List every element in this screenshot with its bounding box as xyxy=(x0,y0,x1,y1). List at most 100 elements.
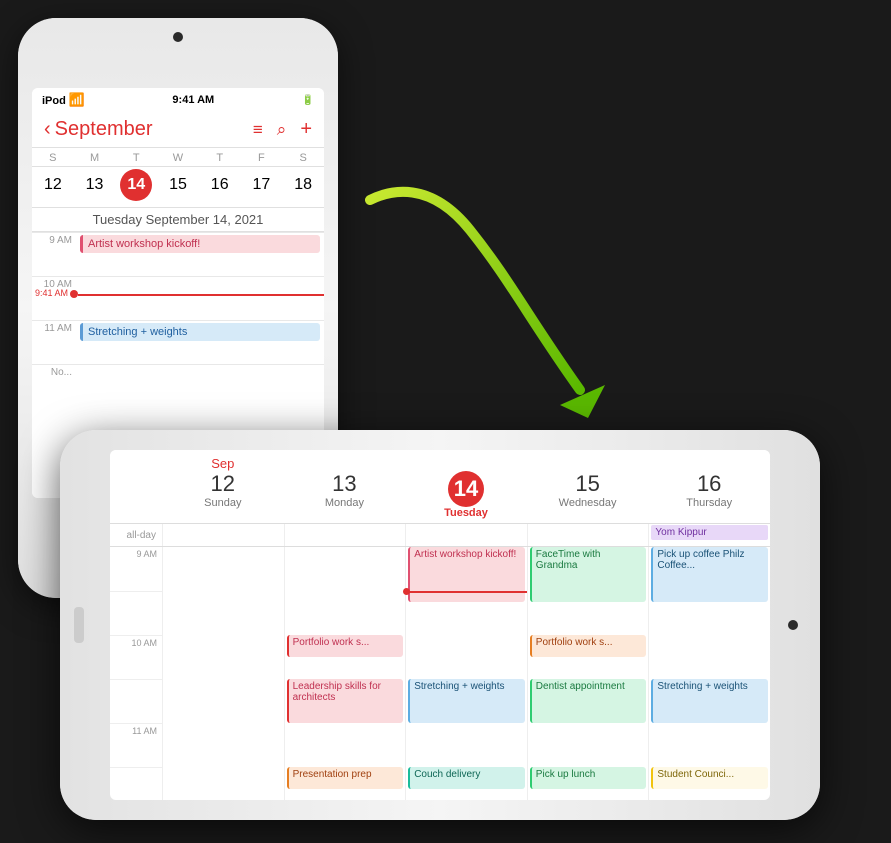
time-row-noon: No... xyxy=(32,364,324,408)
header-col-13[interactable]: - 13 Monday xyxy=(284,456,406,519)
tl-9am: 9 AM xyxy=(110,547,162,591)
event-stretching[interactable]: Stretching + weights xyxy=(80,323,320,341)
day-w: W xyxy=(157,152,199,164)
data-col-thursday: Pick up coffee Philz Coffee... Stretchin… xyxy=(648,547,770,800)
data-col-tuesday: Artist workshop kickoff! Stretching + we… xyxy=(405,547,527,800)
calendar-header: ‹ September ≡ ⌕ + xyxy=(32,112,324,148)
current-time-line xyxy=(78,294,324,296)
date-15[interactable]: 15 xyxy=(162,169,194,201)
header-col-empty xyxy=(110,456,162,519)
event-portfolio-wed[interactable]: Portfolio work s... xyxy=(530,635,647,657)
camera-right xyxy=(788,620,798,630)
day-f: F xyxy=(241,152,283,164)
day-t2: T xyxy=(199,152,241,164)
date-16[interactable]: 16 xyxy=(204,169,236,201)
time-row-11am: 11 AM Stretching + weights xyxy=(32,320,324,364)
day-s1: S xyxy=(32,152,74,164)
date-12[interactable]: 12 xyxy=(37,169,69,201)
day-m: M xyxy=(74,152,116,164)
chevron-left-icon[interactable]: ‹ xyxy=(44,118,51,141)
header-col-15[interactable]: - 15 Wednesday xyxy=(527,456,649,519)
battery-icon: 🔋 xyxy=(302,95,314,106)
time-label-9am: 9 AM xyxy=(32,233,78,246)
event-presentation-prep[interactable]: Presentation prep xyxy=(287,767,404,789)
event-stretching-tue[interactable]: Stretching + weights xyxy=(408,679,525,723)
date-18[interactable]: 18 xyxy=(287,169,319,201)
col-date-12: 12 xyxy=(162,471,284,497)
col-day-monday: Monday xyxy=(284,497,406,509)
week-header-horizontal: Sep 12 Sunday - 13 Monday - 14 Tuesday xyxy=(110,450,770,524)
col-day-wednesday: Wednesday xyxy=(527,497,649,509)
time-grid-horizontal: 9 AM 10 AM 11 AM Noon 1 PM Port xyxy=(110,547,770,800)
event-facetime[interactable]: FaceTime with Grandma xyxy=(530,547,647,602)
col-date-15: 15 xyxy=(527,471,649,497)
event-student-council[interactable]: Student Counci... xyxy=(651,767,768,789)
date-17[interactable]: 17 xyxy=(245,169,277,201)
status-bar: iPod 📶 9:41 AM 🔋 xyxy=(32,88,324,112)
tl-11am: 11 AM xyxy=(110,723,162,767)
allday-cell-2 xyxy=(284,524,406,546)
allday-row: all-day Yom Kippur xyxy=(110,524,770,547)
col-day-thursday: Thursday xyxy=(648,497,770,509)
time-row-9am: 9 AM Artist workshop kickoff! xyxy=(32,232,324,276)
list-icon[interactable]: ≡ xyxy=(253,120,263,140)
event-artist-workshop-h[interactable]: Artist workshop kickoff! xyxy=(408,547,525,602)
header-col-14[interactable]: - 14 Tuesday xyxy=(405,456,527,519)
selected-date-label: Tuesday September 14, 2021 xyxy=(32,208,324,232)
time-content-9am: Artist workshop kickoff! xyxy=(78,233,324,255)
event-leadership[interactable]: Leadership skills for architects xyxy=(287,679,404,723)
tl-empty3 xyxy=(110,767,162,800)
add-icon[interactable]: + xyxy=(300,118,312,141)
allday-label: all-day xyxy=(110,530,162,541)
status-time: 9:41 AM xyxy=(172,94,214,106)
allday-cell-3 xyxy=(405,524,527,546)
side-button[interactable] xyxy=(74,607,84,643)
event-dentist[interactable]: Dentist appointment xyxy=(530,679,647,723)
tl-empty2 xyxy=(110,679,162,723)
tl-10am: 10 AM xyxy=(110,635,162,679)
arrow-graphic xyxy=(350,170,650,450)
col-date-13: 13 xyxy=(284,471,406,497)
event-artist-workshop[interactable]: Artist workshop kickoff! xyxy=(80,235,320,253)
header-col-sep12[interactable]: Sep 12 Sunday xyxy=(162,456,284,519)
carrier-label: iPod 📶 xyxy=(42,92,85,108)
col-date-14-today: 14 xyxy=(448,471,484,507)
event-couch-delivery[interactable]: Couch delivery xyxy=(408,767,525,789)
time-row-10am: 10 AM xyxy=(32,276,324,320)
time-content-11am: Stretching + weights xyxy=(78,321,324,343)
col-month-sep: Sep xyxy=(162,456,284,471)
event-portfolio-mon[interactable]: Portfolio work s... xyxy=(287,635,404,657)
day-s2: S xyxy=(282,152,324,164)
date-13[interactable]: 13 xyxy=(79,169,111,201)
date-14-today[interactable]: 14 xyxy=(120,169,152,201)
search-icon[interactable]: ⌕ xyxy=(277,120,287,140)
tl-empty1 xyxy=(110,591,162,635)
allday-cell-1 xyxy=(162,524,284,546)
allday-cell-4 xyxy=(527,524,649,546)
month-navigation[interactable]: ‹ September xyxy=(44,118,153,141)
data-col-wednesday: FaceTime with Grandma Portfolio work s..… xyxy=(527,547,649,800)
event-stretching-thu[interactable]: Stretching + weights xyxy=(651,679,768,723)
col-date-16: 16 xyxy=(648,471,770,497)
toolbar-icons: ≡ ⌕ + xyxy=(253,118,312,141)
camera xyxy=(173,32,183,42)
data-col-monday: Portfolio work s... Leadership skills fo… xyxy=(284,547,406,800)
weekday-labels: S M T W T F S xyxy=(32,148,324,167)
current-time-label: 9:41 AM xyxy=(32,288,68,298)
horizontal-ipod: Sep 12 Sunday - 13 Monday - 14 Tuesday xyxy=(60,430,820,820)
month-title: September xyxy=(55,118,153,141)
time-labels-column: 9 AM 10 AM 11 AM Noon 1 PM xyxy=(110,547,162,800)
time-label-noon: No... xyxy=(32,365,78,378)
col-day-sunday: Sunday xyxy=(162,497,284,509)
data-col-sunday xyxy=(162,547,284,800)
horizontal-screen: Sep 12 Sunday - 13 Monday - 14 Tuesday xyxy=(110,450,770,800)
event-pickup-coffee[interactable]: Pick up coffee Philz Coffee... xyxy=(651,547,768,602)
header-col-16[interactable]: - 16 Thursday xyxy=(648,456,770,519)
current-time-line-h xyxy=(406,591,527,593)
event-yom-kippur[interactable]: Yom Kippur xyxy=(651,525,768,540)
col-day-tuesday: Tuesday xyxy=(405,507,527,519)
allday-cell-5: Yom Kippur xyxy=(648,524,770,546)
current-time-dot xyxy=(70,290,78,298)
weekdate-numbers: 12 13 14 15 16 17 18 xyxy=(32,167,324,208)
event-pickup-lunch[interactable]: Pick up lunch xyxy=(530,767,647,789)
